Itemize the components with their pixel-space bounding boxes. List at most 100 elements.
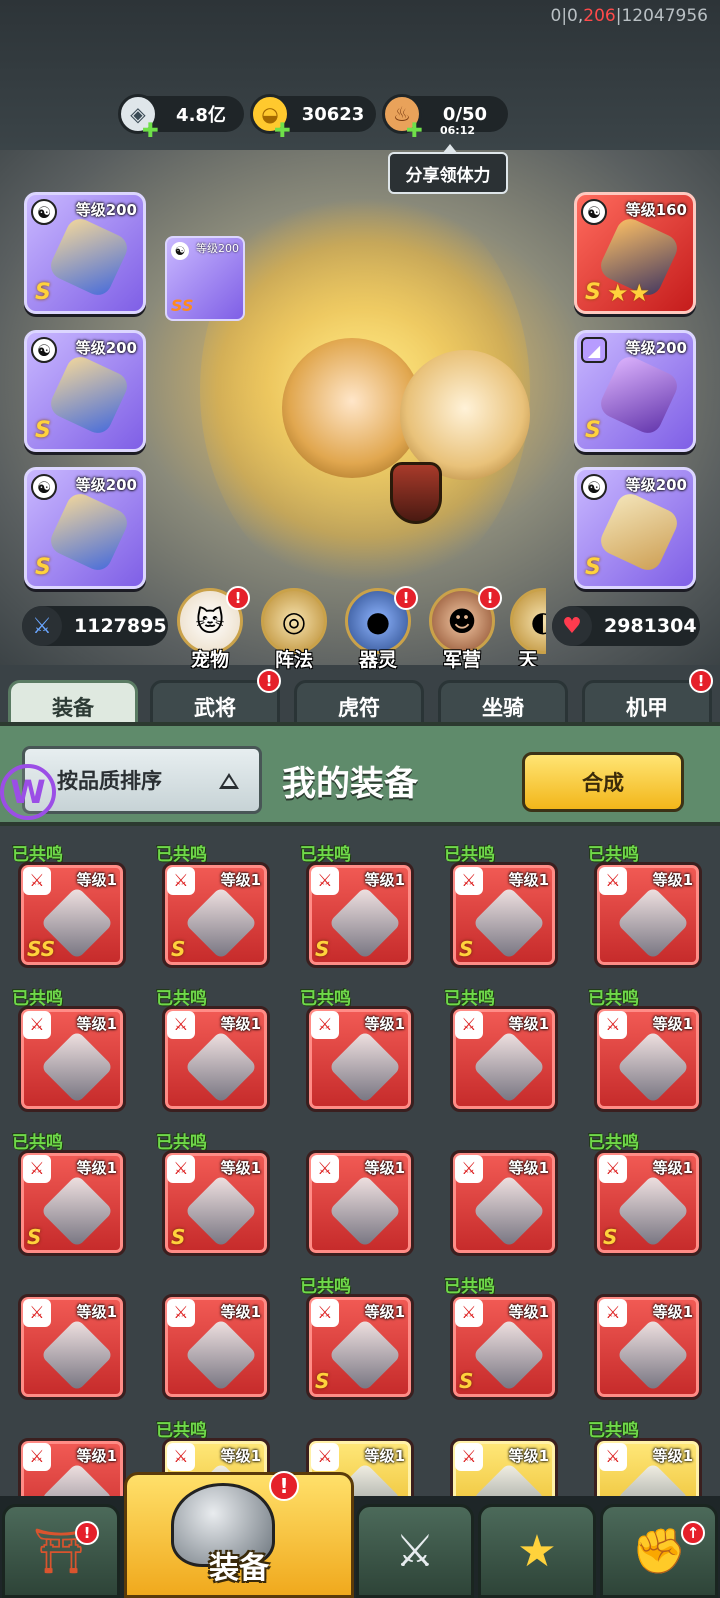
equipment-item[interactable]: 已共鸣 ⚔ 等级1 S: [432, 826, 576, 970]
item-card[interactable]: ⚔ 等级1: [594, 862, 702, 968]
equipment-item[interactable]: ⚔ 等级1: [288, 1114, 432, 1258]
item-card[interactable]: ⚔ 等级1 S: [18, 1150, 126, 1256]
equipment-item[interactable]: 已共鸣 ⚔ 等级1: [576, 1402, 720, 1496]
item-card[interactable]: ⚔ 等级1 S: [162, 1150, 270, 1256]
formation-button[interactable]: ◎ 阵法: [258, 588, 330, 671]
item-card[interactable]: ⚔ 等级1 S: [594, 1150, 702, 1256]
item-type-icon: ⚔: [167, 1443, 195, 1471]
w-logo-icon: W: [0, 764, 56, 820]
share-stamina-button[interactable]: 分享领体力: [388, 144, 508, 194]
item-level: 等级1: [76, 1303, 117, 1321]
item-grade: SS: [27, 937, 56, 961]
silver-resource[interactable]: ◈ ✚ 4.8亿: [118, 94, 244, 142]
item-type-icon: ⚔: [23, 867, 51, 895]
gold-resource[interactable]: ◒ ✚ 30623: [250, 94, 376, 142]
equipment-item[interactable]: ⚔ 等级1: [432, 1114, 576, 1258]
item-card[interactable]: ⚔ 等级1: [450, 1006, 558, 1112]
item-card[interactable]: ⚔ 等级1: [450, 1438, 558, 1496]
equipment-item[interactable]: 已共鸣 ⚔ 等级1 S: [576, 1114, 720, 1258]
equipment-item[interactable]: 已共鸣 ⚔ 等级1: [576, 970, 720, 1114]
equipment-item[interactable]: ⚔ 等级1: [576, 1258, 720, 1402]
item-card[interactable]: ⚔ 等级1: [306, 1006, 414, 1112]
equipment-item[interactable]: ⚔ 等级1: [144, 1258, 288, 1402]
item-card[interactable]: ⚔ 等级1: [18, 1006, 126, 1112]
item-card[interactable]: ⚔ 等级1: [594, 1294, 702, 1400]
yinyang-icon: ☯: [581, 474, 607, 500]
sub-equip-slot[interactable]: 等级200 ☯ SS: [165, 236, 245, 321]
equip-slot-weapon[interactable]: ☯ 等级200 S: [24, 192, 146, 314]
add-icon[interactable]: ✚: [142, 118, 159, 142]
stamina-resource[interactable]: ♨ ✚ 0/50 06:12: [382, 94, 508, 142]
equip-slot-boots[interactable]: ◢ 等级200 S: [574, 330, 696, 452]
equipment-item[interactable]: 已共鸣 ⚔ 等级1: [0, 970, 144, 1114]
item-type-icon: ⚔: [23, 1443, 51, 1471]
item-type-icon: ⚔: [599, 1155, 627, 1183]
equipment-item[interactable]: ⚔ 等级1: [432, 1402, 576, 1496]
item-art: [184, 886, 258, 960]
item-card[interactable]: ⚔ 等级1 S: [450, 1294, 558, 1400]
equip-slot-mount[interactable]: ☯ 等级200 S: [574, 467, 696, 589]
pet-button[interactable]: 🐱 宠物 !: [174, 586, 250, 671]
item-card[interactable]: ⚔ 等级1: [162, 1294, 270, 1400]
item-grade: S: [171, 937, 186, 961]
equipment-item[interactable]: 已共鸣 ⚔ 等级1 S: [0, 1114, 144, 1258]
item-card[interactable]: ⚔ 等级1 SS: [18, 862, 126, 968]
equipment-item[interactable]: 已共鸣 ⚔ 等级1 S: [144, 1114, 288, 1258]
item-type-icon: ⚔: [455, 1011, 483, 1039]
sort-by-quality-dropdown[interactable]: 按品质排序: [22, 746, 262, 814]
nav-equipment[interactable]: 装备 !: [124, 1471, 354, 1598]
item-card[interactable]: ⚔ 等级1: [594, 1438, 702, 1496]
equipment-item[interactable]: ⚔ 等级1: [0, 1402, 144, 1496]
item-art: [472, 886, 546, 960]
equip-slot-armor[interactable]: ☯ 等级160 S ★★: [574, 192, 696, 314]
item-grade: S: [315, 937, 330, 961]
item-card[interactable]: ⚔ 等级1 S: [306, 1294, 414, 1400]
heaven-button[interactable]: ◐ 天: [510, 588, 546, 666]
add-icon[interactable]: ✚: [406, 118, 423, 142]
equipment-item[interactable]: 已共鸣 ⚔ 等级1: [288, 970, 432, 1114]
item-level: 等级1: [220, 871, 261, 889]
item-level: 等级1: [364, 1303, 405, 1321]
spirit-button[interactable]: ● 器灵 !: [342, 586, 418, 671]
equipment-item[interactable]: 已共鸣 ⚔ 等级1 SS: [0, 826, 144, 970]
nav-battle[interactable]: ⚔: [356, 1504, 474, 1598]
item-card[interactable]: ⚔ 等级1 S: [162, 862, 270, 968]
item-grade: S: [603, 1225, 618, 1249]
nav-upgrade[interactable]: ✊ ↑: [600, 1504, 718, 1598]
item-card[interactable]: ⚔ 等级1: [306, 1150, 414, 1256]
stamina-timer: 06:12: [440, 124, 476, 137]
item-art: [40, 1030, 114, 1104]
barracks-button[interactable]: ☻ 军营 !: [426, 586, 502, 671]
item-level: 等级1: [364, 1015, 405, 1033]
add-icon[interactable]: ✚: [274, 118, 291, 142]
combine-button[interactable]: 合成: [522, 752, 684, 812]
item-card[interactable]: ⚔ 等级1 S: [450, 862, 558, 968]
item-level: 等级1: [652, 1447, 693, 1465]
item-card[interactable]: ⚔ 等级1: [450, 1150, 558, 1256]
item-art: [616, 886, 690, 960]
item-art: [328, 886, 402, 960]
equipment-item[interactable]: 已共鸣 ⚔ 等级1: [432, 970, 576, 1114]
item-art: [184, 1174, 258, 1248]
equipment-item[interactable]: 已共鸣 ⚔ 等级1: [144, 970, 288, 1114]
item-card[interactable]: ⚔ 等级1: [162, 1006, 270, 1112]
nav-city[interactable]: ⛩ !: [2, 1504, 120, 1598]
nav-heroes[interactable]: ★: [478, 1504, 596, 1598]
item-type-icon: ⚔: [599, 1443, 627, 1471]
equip-slot-helmet[interactable]: ☯ 等级200 S: [24, 467, 146, 589]
item-type-icon: ⚔: [455, 1299, 483, 1327]
category-tabs: 装备 武将! 虎符 坐骑 机甲!: [0, 669, 720, 730]
item-card[interactable]: ⚔ 等级1: [18, 1438, 126, 1496]
item-card[interactable]: ⚔ 等级1 S: [306, 862, 414, 968]
boots-type-icon: ◢: [581, 337, 607, 363]
equipment-item[interactable]: 已共鸣 ⚔ 等级1 S: [288, 826, 432, 970]
equipment-item[interactable]: 已共鸣 ⚔ 等级1 S: [144, 826, 288, 970]
item-type-icon: ⚔: [311, 1155, 339, 1183]
equip-slot-accessory[interactable]: ☯ 等级200 S: [24, 330, 146, 452]
equipment-item[interactable]: 已共鸣 ⚔ 等级1 S: [432, 1258, 576, 1402]
item-card[interactable]: ⚔ 等级1: [594, 1006, 702, 1112]
item-card[interactable]: ⚔ 等级1: [18, 1294, 126, 1400]
equipment-item[interactable]: 已共鸣 ⚔ 等级1 S: [288, 1258, 432, 1402]
equipment-item[interactable]: 已共鸣 ⚔ 等级1: [576, 826, 720, 970]
equipment-item[interactable]: ⚔ 等级1: [0, 1258, 144, 1402]
